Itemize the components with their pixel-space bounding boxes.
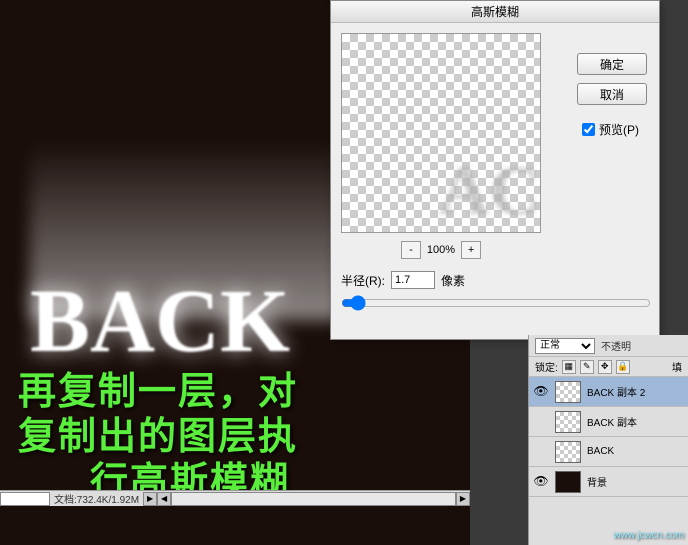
lock-all-icon[interactable]: 🔒 xyxy=(616,360,630,374)
layer-thumbnail xyxy=(555,441,581,463)
horizontal-scrollbar[interactable] xyxy=(171,492,456,506)
dialog-title: 高斯模糊 xyxy=(331,1,659,23)
visibility-eye-icon[interactable] xyxy=(533,414,549,430)
radius-unit-label: 像素 xyxy=(441,272,465,289)
layer-item[interactable]: BACK 副本 xyxy=(529,407,688,437)
opacity-label: 不透明 xyxy=(601,338,631,353)
zoom-in-button[interactable]: + xyxy=(461,241,481,259)
lock-position-icon[interactable]: ✥ xyxy=(598,360,612,374)
zoom-percent-label: 100% xyxy=(427,244,455,256)
radius-input[interactable] xyxy=(391,271,435,289)
ok-button[interactable]: 确定 xyxy=(577,53,647,75)
lock-transparency-icon[interactable]: ▦ xyxy=(562,360,576,374)
fill-label: 填 xyxy=(672,359,682,374)
scroll-left-icon[interactable]: ◀ xyxy=(157,492,171,506)
layer-item[interactable]: BACK xyxy=(529,437,688,467)
lock-label: 锁定: xyxy=(535,359,558,374)
watermark-text: www.jcwcn.com xyxy=(613,530,684,541)
layer-name-label: BACK 副本 xyxy=(587,414,637,429)
visibility-eye-icon[interactable]: 👁 xyxy=(533,384,549,400)
preview-checkbox-label: 预览(P) xyxy=(599,121,639,138)
lock-paint-icon[interactable]: ✎ xyxy=(580,360,594,374)
layer-thumbnail xyxy=(555,471,581,493)
layer-item[interactable]: 👁 背景 xyxy=(529,467,688,497)
layer-name-label: 背景 xyxy=(587,474,607,489)
canvas-main-text: BACK xyxy=(30,270,290,373)
visibility-eye-icon[interactable] xyxy=(533,444,549,460)
blur-preview-box[interactable]: AC xyxy=(341,33,541,233)
blend-mode-select[interactable]: 正常 xyxy=(535,338,595,354)
preview-content-text: AC xyxy=(439,152,540,232)
doc-info-label: 文档:732.4K/1.92M xyxy=(54,491,139,506)
layer-thumbnail xyxy=(555,381,581,403)
radius-slider[interactable] xyxy=(341,295,651,311)
radius-label: 半径(R): xyxy=(341,272,385,289)
visibility-eye-icon[interactable]: 👁 xyxy=(533,474,549,490)
layer-name-label: BACK 副本 2 xyxy=(587,384,645,399)
layer-thumbnail xyxy=(555,411,581,433)
scroll-arrow-right-icon[interactable]: ▶ xyxy=(143,492,157,506)
canvas-status-bar: 文档:732.4K/1.92M ▶ ◀ ▶ xyxy=(0,490,470,506)
layer-name-label: BACK xyxy=(587,446,614,457)
zoom-input[interactable] xyxy=(0,492,50,506)
preview-checkbox[interactable] xyxy=(582,123,595,136)
layers-panel: 正常 不透明 锁定: ▦ ✎ ✥ 🔒 填 👁 BACK 副本 2 BACK 副本… xyxy=(528,335,688,545)
gaussian-blur-dialog: 高斯模糊 AC - 100% + 半径(R): 像素 确定 取消 预览(P) xyxy=(330,0,660,340)
cancel-button[interactable]: 取消 xyxy=(577,83,647,105)
layer-item[interactable]: 👁 BACK 副本 2 xyxy=(529,377,688,407)
zoom-out-button[interactable]: - xyxy=(401,241,421,259)
scroll-right-icon[interactable]: ▶ xyxy=(456,492,470,506)
